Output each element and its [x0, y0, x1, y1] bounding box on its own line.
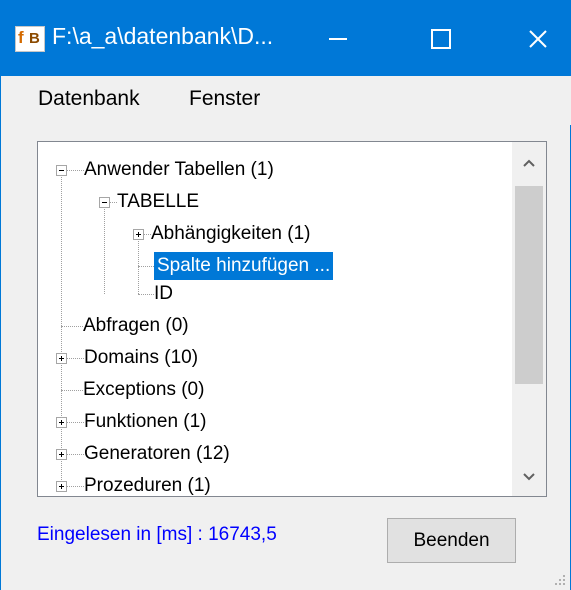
tree-connector [61, 326, 83, 327]
tree-node-funktionen[interactable]: Funktionen (1) [84, 408, 207, 436]
tree-connector [138, 234, 139, 294]
close-icon [529, 30, 547, 48]
database-tree[interactable]: Anwender Tabellen (1) TABELLE Abhängigke… [37, 141, 547, 497]
scroll-up-button[interactable] [512, 146, 546, 180]
close-button[interactable] [503, 0, 571, 76]
scroll-thumb[interactable] [515, 186, 543, 384]
menu-datenbank[interactable]: Datenbank [38, 87, 140, 111]
tree-node-exceptions[interactable]: Exceptions (0) [83, 376, 204, 404]
resize-grip-icon[interactable] [554, 574, 566, 586]
vertical-scrollbar[interactable] [512, 142, 546, 496]
tree-node-abhaengigkeiten[interactable]: Abhängigkeiten (1) [151, 220, 311, 248]
tree-connector [66, 454, 84, 455]
expand-icon[interactable] [56, 481, 67, 492]
maximize-button[interactable] [406, 0, 476, 76]
tree-connector [66, 486, 84, 487]
collapse-icon[interactable] [56, 165, 67, 176]
load-time-status: Eingelesen in [ms] : 16743,5 [37, 524, 277, 545]
tree-node-spalte-hinzufuegen[interactable]: Spalte hinzufügen ... [154, 252, 334, 280]
chevron-up-icon [523, 159, 535, 167]
tree-node-anwender-tabellen[interactable]: Anwender Tabellen (1) [84, 156, 274, 184]
tree-connector [104, 202, 105, 294]
expand-icon[interactable] [56, 353, 67, 364]
tree-connector [138, 294, 154, 295]
tree-connector [66, 170, 84, 171]
tree-connector [143, 234, 151, 235]
chevron-down-icon [523, 473, 535, 481]
expand-icon[interactable] [133, 229, 144, 240]
menu-bar: Datenbank Fenster [1, 76, 571, 125]
tree-node-prozeduren[interactable]: Prozeduren (1) [84, 472, 211, 496]
menu-fenster[interactable]: Fenster [189, 87, 260, 111]
minimize-button[interactable] [303, 0, 373, 76]
tree-connector [66, 358, 84, 359]
tree-node-abfragen[interactable]: Abfragen (0) [83, 312, 189, 340]
tree-node-id[interactable]: ID [154, 280, 173, 308]
expand-icon[interactable] [56, 417, 67, 428]
tree-node-tabelle[interactable]: TABELLE [117, 188, 199, 216]
tree-connector [138, 266, 154, 267]
minimize-icon [329, 38, 347, 40]
application-window: fB F:\a_a\datenbank\D... Datenbank Fenst… [0, 0, 571, 590]
exit-button[interactable]: Beenden [387, 518, 516, 563]
tree-connector [61, 390, 83, 391]
tree-node-domains[interactable]: Domains (10) [84, 344, 198, 372]
scroll-down-button[interactable] [512, 460, 546, 494]
tree-connector [109, 202, 117, 203]
firebird-icon[interactable]: fB [15, 26, 45, 52]
window-title: F:\a_a\datenbank\D... [52, 23, 274, 49]
expand-icon[interactable] [56, 449, 67, 460]
collapse-icon[interactable] [99, 197, 110, 208]
title-bar[interactable]: fB F:\a_a\datenbank\D... [1, 0, 571, 76]
tree-connector [66, 422, 84, 423]
tree-node-generatoren[interactable]: Generatoren (12) [84, 440, 230, 468]
maximize-icon [431, 29, 451, 49]
